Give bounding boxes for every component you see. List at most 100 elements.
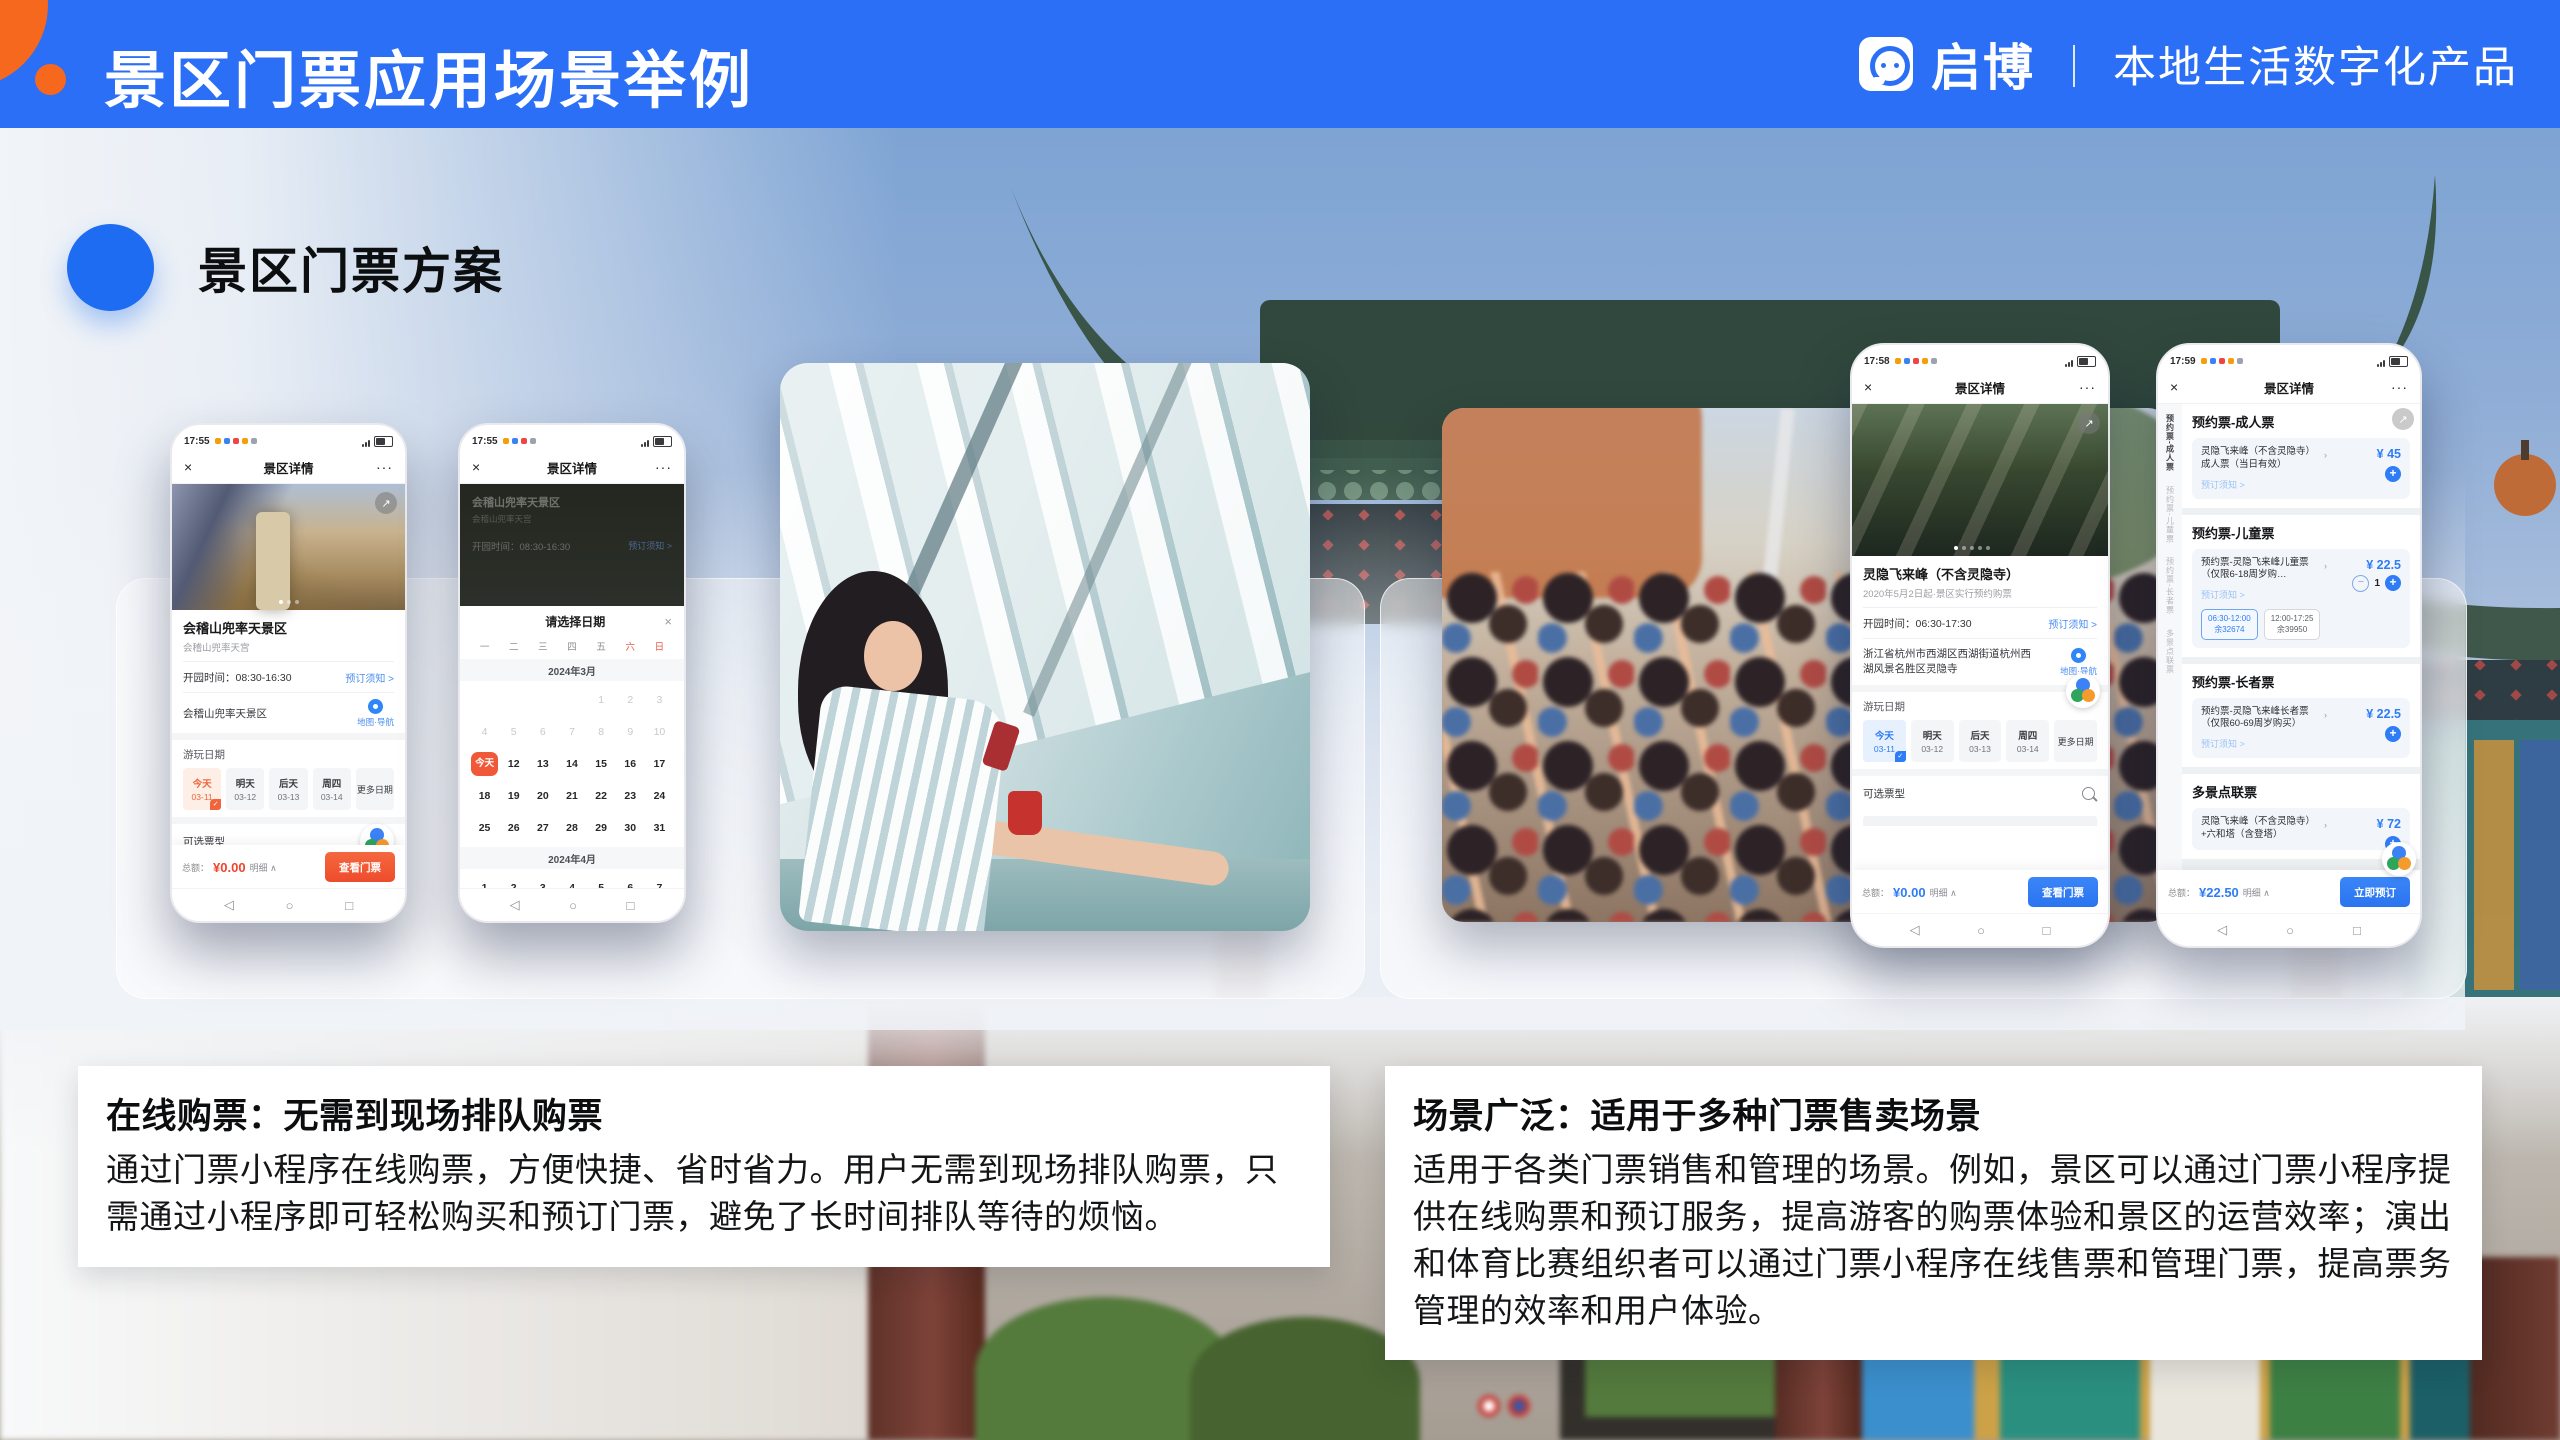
calendar-day[interactable]: 14 — [557, 752, 586, 776]
android-back-icon[interactable]: ◁ — [2217, 922, 2227, 938]
calendar-day[interactable]: 30 — [616, 816, 645, 840]
calendar-day[interactable]: 26 — [499, 816, 528, 840]
date-pill[interactable]: 周四 03-14 — [2006, 720, 2049, 762]
close-icon[interactable]: × — [2170, 379, 2190, 395]
calendar-day[interactable]: 16 — [616, 752, 645, 776]
android-recent-icon[interactable]: □ — [345, 898, 353, 913]
view-tickets-button[interactable]: 查看门票 — [2028, 877, 2098, 907]
calendar-day[interactable] — [470, 688, 499, 712]
date-pill[interactable]: 周四 03-14 — [313, 768, 351, 810]
map-nav-button[interactable]: 地图·导航 — [2060, 648, 2097, 677]
date-pill[interactable]: 后天 03-13 — [269, 768, 307, 810]
calendar-day[interactable]: 7 — [557, 720, 586, 744]
add-ticket-button[interactable]: + — [2385, 466, 2401, 482]
close-icon[interactable]: × — [1864, 379, 1884, 395]
calendar-day[interactable]: 10 — [645, 720, 674, 744]
calendar-day[interactable]: 2 — [616, 688, 645, 712]
calendar-day[interactable]: 23 — [616, 784, 645, 808]
detail-toggle[interactable]: 明细 ∧ — [2243, 886, 2270, 899]
calendar-day[interactable]: 17 — [645, 752, 674, 776]
calendar-day[interactable] — [557, 688, 586, 712]
calendar-day[interactable]: 15 — [587, 752, 616, 776]
calendar-day[interactable]: 29 — [587, 816, 616, 840]
more-icon[interactable]: ··· — [2076, 379, 2096, 395]
date-picker-modal: 请选择日期 × 一二三四五六日 2024年3月 12345678910今天121… — [460, 606, 684, 921]
category-rail-item[interactable]: 预约票-长者票 — [2165, 557, 2176, 615]
scenic-location: 会稽山兜率天景区 — [183, 706, 267, 721]
android-back-icon[interactable]: ◁ — [1910, 922, 1920, 938]
calendar-day[interactable]: 25 — [470, 816, 499, 840]
android-home-icon[interactable]: ○ — [1977, 923, 1985, 938]
android-recent-icon[interactable]: □ — [2353, 923, 2361, 938]
calendar-day[interactable]: 28 — [557, 816, 586, 840]
modal-close-icon[interactable]: × — [664, 614, 672, 629]
calendar-day[interactable] — [528, 688, 557, 712]
date-pill[interactable]: 今天 03-11 — [183, 768, 221, 810]
calendar-day[interactable]: 5 — [499, 720, 528, 744]
time-slot[interactable]: 06:30-12:00 余32674 — [2201, 609, 2258, 639]
share-icon[interactable]: ↗ — [2078, 412, 2100, 434]
view-tickets-button[interactable]: 查看门票 — [325, 852, 395, 882]
date-pill[interactable]: 更多日期 — [356, 768, 394, 810]
close-icon[interactable]: × — [472, 459, 492, 475]
ticket-card[interactable]: 灵隐飞来峰（不含灵隐寺）成人票（当日有效） › ¥ 45 + 预订须知 > — [2192, 438, 2410, 499]
detail-toggle[interactable]: 明细 ∧ — [250, 861, 277, 874]
date-pill[interactable]: 后天 03-13 — [1959, 720, 2002, 762]
date-pill[interactable]: 明天 03-12 — [1911, 720, 1954, 762]
date-pill[interactable]: 明天 03-12 — [226, 768, 264, 810]
category-rail-item[interactable]: 预约票-儿童票 — [2165, 486, 2176, 544]
calendar-day[interactable]: 21 — [557, 784, 586, 808]
android-back-icon[interactable]: ◁ — [510, 897, 520, 913]
calendar-day[interactable]: 4 — [470, 720, 499, 744]
book-now-button[interactable]: 立即预订 — [2340, 877, 2410, 907]
calendar-day[interactable]: 12 — [499, 752, 528, 776]
calendar-day[interactable]: 20 — [528, 784, 557, 808]
map-nav-button[interactable]: 地图·导航 — [357, 699, 394, 728]
calendar-day[interactable]: 24 — [645, 784, 674, 808]
calendar-day[interactable]: 18 — [470, 784, 499, 808]
ticket-card[interactable]: 灵隐飞来峰（不含灵隐寺）+六和塔（含登塔） › ¥ 72 + — [2192, 808, 2410, 850]
phone-mockup-date-picker: 17:55 × 景区详情 ··· 会稽山兜率天景区 会稽山兜率天宫 开园时间：0… — [458, 423, 686, 923]
more-icon[interactable]: ··· — [373, 459, 393, 475]
date-pill[interactable]: 更多日期 — [2054, 720, 2097, 762]
calendar-day[interactable]: 8 — [587, 720, 616, 744]
calendar-day[interactable]: 27 — [528, 816, 557, 840]
date-pill[interactable]: 今天 03-11 — [1863, 720, 1906, 762]
minus-button[interactable]: − — [2352, 575, 2369, 592]
close-icon[interactable]: × — [184, 459, 204, 475]
android-home-icon[interactable]: ○ — [2286, 923, 2294, 938]
android-home-icon[interactable]: ○ — [569, 898, 577, 913]
booking-notice-link[interactable]: 预订须知 > — [345, 670, 394, 685]
calendar-day[interactable]: 19 — [499, 784, 528, 808]
more-icon[interactable]: ··· — [2388, 379, 2408, 395]
more-icon[interactable]: ··· — [652, 459, 672, 475]
plus-button[interactable]: + — [2385, 575, 2401, 591]
calendar-day[interactable]: 6 — [528, 720, 557, 744]
calendar-day[interactable]: 22 — [587, 784, 616, 808]
android-recent-icon[interactable]: □ — [2043, 923, 2051, 938]
booking-notice-link[interactable]: 预订须知 > — [2201, 737, 2401, 750]
android-recent-icon[interactable]: □ — [627, 898, 635, 913]
add-ticket-button[interactable]: + — [2385, 726, 2401, 742]
category-rail-item[interactable]: 多景点联票 — [2165, 629, 2176, 674]
share-icon[interactable]: ↗ — [2392, 408, 2414, 430]
calendar-day[interactable] — [499, 688, 528, 712]
calendar-day[interactable]: 1 — [587, 688, 616, 712]
share-icon[interactable]: ↗ — [375, 492, 397, 514]
status-app-icons — [215, 438, 362, 444]
calendar-day[interactable]: 3 — [645, 688, 674, 712]
time-slot[interactable]: 12:00-17:25 余39950 — [2264, 609, 2321, 639]
booking-notice-link[interactable]: 预订须知 > — [2201, 478, 2401, 491]
ticket-card[interactable]: 预约票-灵隐飞来峰儿童票（仅限6-18周岁购… › ¥ 22.5 − 1 + 预… — [2192, 549, 2410, 648]
detail-toggle[interactable]: 明细 ∧ — [1930, 886, 1957, 899]
category-rail-item[interactable]: 预约票-成人票 — [2165, 414, 2176, 472]
search-icon[interactable] — [2082, 787, 2095, 800]
android-back-icon[interactable]: ◁ — [224, 897, 234, 913]
booking-notice-link[interactable]: 预订须知 > — [2048, 616, 2097, 631]
calendar-day[interactable]: 9 — [616, 720, 645, 744]
calendar-day[interactable]: 13 — [528, 752, 557, 776]
android-home-icon[interactable]: ○ — [286, 898, 294, 913]
ticket-card[interactable]: 预约票-灵隐飞来峰长者票（仅限60-69周岁购买） › ¥ 22.5 + 预订须… — [2192, 698, 2410, 759]
calendar-day[interactable]: 31 — [645, 816, 674, 840]
calendar-day[interactable]: 今天 — [471, 752, 498, 776]
